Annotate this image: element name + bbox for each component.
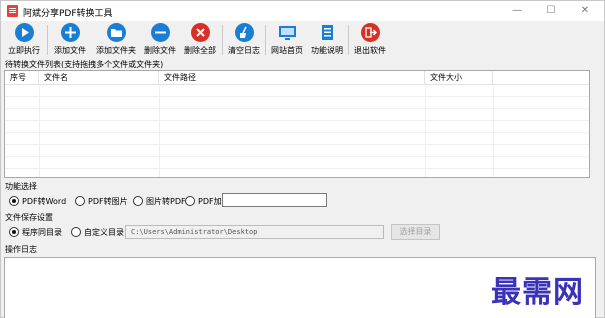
radio-custom-directory[interactable] xyxy=(71,227,81,237)
radio-image-to-pdf-label[interactable]: 图片转PDF xyxy=(146,196,186,207)
column-header-filesize[interactable]: 文件大小 xyxy=(425,71,493,85)
document-icon xyxy=(318,23,337,42)
add-folder-label: 添加文件夹 xyxy=(96,46,136,55)
exit-label: 退出软件 xyxy=(354,46,386,55)
toolbar-separator xyxy=(348,25,349,55)
minimize-button[interactable]: — xyxy=(500,1,534,21)
radio-pdf-to-word[interactable] xyxy=(9,196,19,206)
exit-icon xyxy=(360,23,380,42)
table-row xyxy=(5,109,589,121)
toolbar-separator xyxy=(222,25,223,55)
radio-pdf-to-word-label[interactable]: PDF转Word xyxy=(22,196,66,207)
close-icon xyxy=(190,23,210,42)
table-row xyxy=(5,133,589,145)
add-file-label: 添加文件 xyxy=(54,46,86,55)
column-header-index[interactable]: 序号 xyxy=(5,71,39,85)
help-button[interactable]: 功能说明 xyxy=(309,23,345,57)
delete-all-label: 删除全部 xyxy=(184,46,216,55)
title-bar: 阿斌分享PDF转换工具 — ☐ ✕ xyxy=(1,1,604,21)
website-home-button[interactable]: 网站首页 xyxy=(269,23,305,57)
table-row xyxy=(5,97,589,109)
password-input[interactable] xyxy=(222,193,327,207)
file-list-table[interactable]: 序号 文件名 文件路径 文件大小 xyxy=(4,70,590,178)
toolbar: 立即执行 添加文件 添加文件夹 删除文件 删除全部 清空日志 网站首页 功能说明… xyxy=(1,21,604,59)
website-home-label: 网站首页 xyxy=(271,46,303,55)
table-header: 序号 文件名 文件路径 文件大小 xyxy=(5,71,589,85)
close-window-button[interactable]: ✕ xyxy=(568,1,602,21)
app-pdf-icon xyxy=(7,5,18,17)
table-row xyxy=(5,157,589,169)
monitor-icon xyxy=(278,23,297,42)
radio-pdf-to-image-label[interactable]: PDF转图片 xyxy=(88,196,128,207)
radio-pdf-encrypt[interactable] xyxy=(185,196,195,206)
minus-icon xyxy=(150,23,170,42)
radio-image-to-pdf[interactable] xyxy=(133,196,143,206)
exit-button[interactable]: 退出软件 xyxy=(352,23,388,57)
radio-program-directory-label[interactable]: 程序同目录 xyxy=(22,227,62,238)
play-icon xyxy=(14,23,34,42)
run-now-button[interactable]: 立即执行 xyxy=(7,23,41,57)
table-row xyxy=(5,85,589,97)
add-file-button[interactable]: 添加文件 xyxy=(52,23,88,57)
function-select-title: 功能选择 xyxy=(5,182,37,191)
radio-program-directory[interactable] xyxy=(9,227,19,237)
clear-log-button[interactable]: 清空日志 xyxy=(226,23,262,57)
toolbar-separator xyxy=(47,25,48,55)
table-row xyxy=(5,145,589,157)
watermark-logo: 最需网 xyxy=(491,275,584,310)
clear-log-label: 清空日志 xyxy=(228,46,260,55)
plus-icon xyxy=(60,23,80,42)
add-folder-button[interactable]: 添加文件夹 xyxy=(93,23,139,57)
save-settings-title: 文件保存设置 xyxy=(5,213,53,222)
maximize-button[interactable]: ☐ xyxy=(534,1,568,21)
delete-file-label: 删除文件 xyxy=(144,46,176,55)
window-title: 阿斌分享PDF转换工具 xyxy=(23,9,113,19)
delete-all-button[interactable]: 删除全部 xyxy=(182,23,218,57)
radio-pdf-to-image[interactable] xyxy=(75,196,85,206)
run-now-label: 立即执行 xyxy=(8,46,40,55)
file-list-title: 待转换文件列表(支持拖拽多个文件或文件夹) xyxy=(5,60,164,69)
delete-file-button[interactable]: 删除文件 xyxy=(142,23,178,57)
save-path-field[interactable]: C:\Users\Administrator\Desktop xyxy=(125,225,384,239)
folder-icon xyxy=(106,23,126,42)
radio-custom-directory-label[interactable]: 自定义目录 xyxy=(84,227,124,238)
app-window: 阿斌分享PDF转换工具 — ☐ ✕ 立即执行 添加文件 添加文件夹 删除文件 删… xyxy=(0,0,605,318)
save-location-options: 程序同目录 自定义目录 xyxy=(9,226,129,240)
help-label: 功能说明 xyxy=(311,46,343,55)
column-header-filename[interactable]: 文件名 xyxy=(39,71,159,85)
broom-icon xyxy=(234,23,254,42)
table-row xyxy=(5,121,589,133)
toolbar-separator xyxy=(265,25,266,55)
log-title: 操作日志 xyxy=(5,245,37,254)
column-header-filepath[interactable]: 文件路径 xyxy=(159,71,425,85)
choose-directory-button[interactable]: 选择目录 xyxy=(391,224,440,240)
